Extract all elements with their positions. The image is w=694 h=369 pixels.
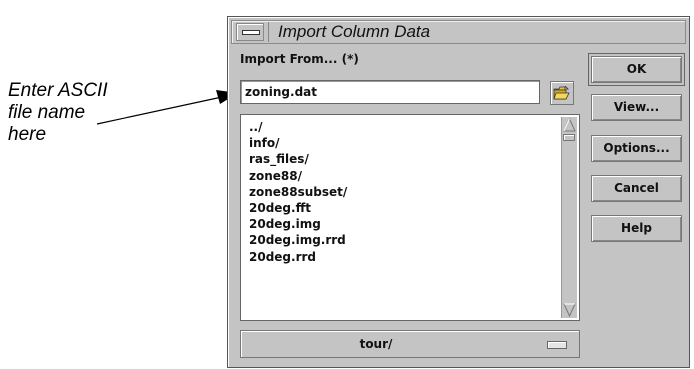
- callout-line-1: Enter ASCII: [8, 80, 108, 101]
- file-list-scrollbar[interactable]: [561, 117, 577, 318]
- import-from-label: Import From... (*): [240, 52, 359, 66]
- callout-annotation: Enter ASCII file name here: [8, 80, 108, 146]
- help-button[interactable]: Help: [591, 215, 682, 242]
- list-item[interactable]: 20deg.fft: [249, 200, 347, 216]
- scroll-thumb[interactable]: [563, 134, 575, 141]
- options-button[interactable]: Options...: [591, 135, 682, 162]
- option-menu-indicator-icon: [547, 341, 567, 349]
- scroll-down-arrow-icon[interactable]: [563, 303, 576, 317]
- list-item[interactable]: 20deg.img.rrd: [249, 232, 347, 248]
- directory-label: tour/: [359, 337, 393, 351]
- open-folder-icon: [553, 85, 570, 100]
- directory-dropdown[interactable]: tour/: [240, 330, 580, 358]
- dialog-title: Import Column Data: [278, 22, 431, 41]
- list-item[interactable]: ras_files/: [249, 151, 347, 167]
- list-item[interactable]: ../: [249, 119, 347, 135]
- callout-line-3: here: [8, 124, 47, 145]
- title-bar[interactable]: Import Column Data: [231, 20, 686, 44]
- scroll-up-arrow-icon[interactable]: [563, 118, 576, 132]
- list-item[interactable]: 20deg.rrd: [249, 249, 347, 265]
- file-list[interactable]: ../ info/ ras_files/ zone88/ zone88subse…: [240, 114, 580, 321]
- title-separator: [268, 22, 269, 42]
- browse-folder-button[interactable]: [550, 81, 574, 105]
- list-item[interactable]: zone88/: [249, 168, 347, 184]
- list-item[interactable]: info/: [249, 135, 347, 151]
- ok-button[interactable]: OK: [588, 53, 685, 86]
- filename-input[interactable]: [240, 80, 540, 104]
- view-button[interactable]: View...: [591, 94, 682, 121]
- import-column-data-dialog: Import Column Data Import From... (*) ..…: [227, 16, 690, 368]
- window-menu-icon[interactable]: [236, 23, 264, 41]
- list-item[interactable]: zone88subset/: [249, 184, 347, 200]
- cancel-button[interactable]: Cancel: [591, 175, 682, 202]
- list-item[interactable]: 20deg.img: [249, 216, 347, 232]
- callout-line-2: file name: [8, 102, 86, 123]
